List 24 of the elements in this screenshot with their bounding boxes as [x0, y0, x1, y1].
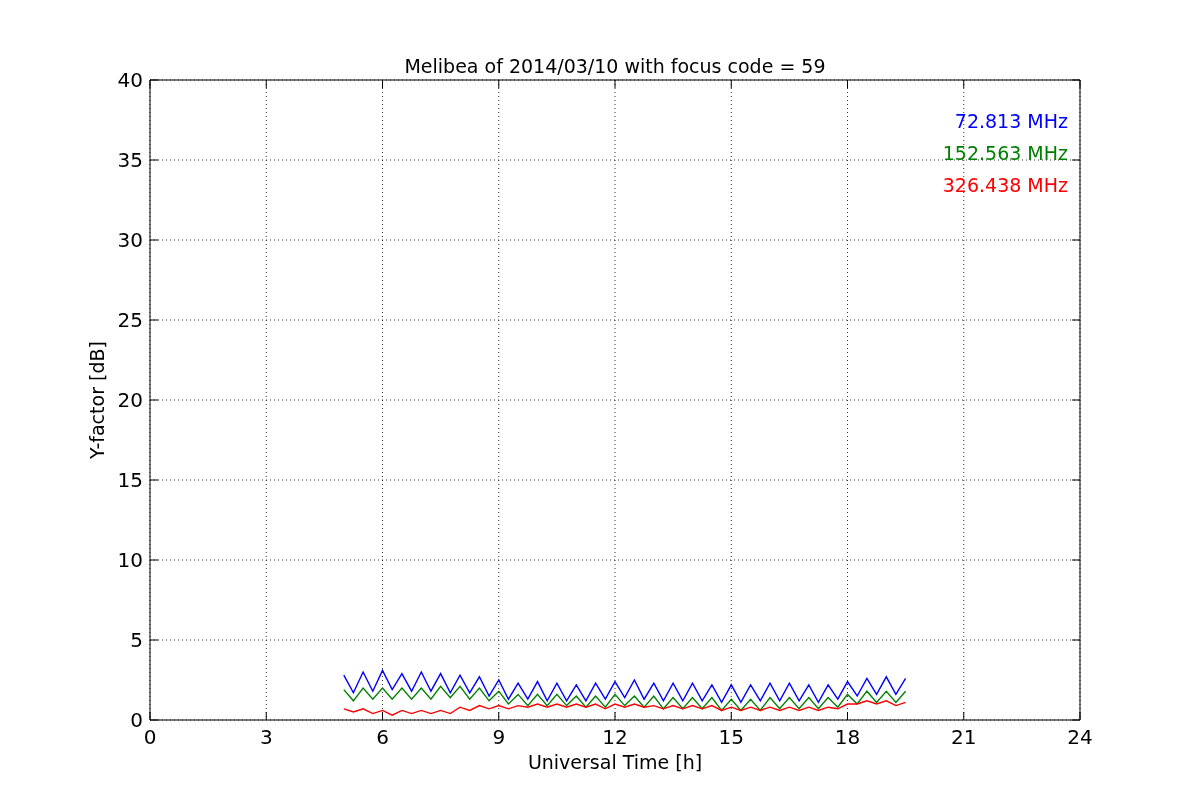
y-tick-label: 0 — [130, 708, 143, 732]
x-tick-label: 12 — [602, 725, 628, 749]
x-tick-label: 0 — [143, 725, 157, 749]
y-axis-label: Y-factor [dB] — [86, 341, 108, 459]
x-tick-label: 6 — [376, 725, 389, 749]
x-tick-label: 21 — [951, 725, 977, 749]
legend-label: 152.563 MHz — [942, 142, 1068, 164]
x-tick-label: 18 — [834, 725, 861, 749]
x-tick-label: 3 — [259, 725, 273, 749]
x-tick-label: 15 — [718, 725, 744, 749]
x-tick-label: 9 — [492, 725, 506, 749]
y-tick-label: 30 — [117, 228, 143, 252]
y-tick-label: 40 — [117, 68, 143, 92]
y-tick-label: 20 — [117, 388, 143, 412]
chart-title: Melibea of 2014/03/10 with focus code = 59 — [404, 55, 826, 77]
x-axis-label: Universal Time [h] — [527, 751, 703, 773]
x-tick-label: 24 — [1067, 725, 1093, 749]
legend-label: 72.813 MHz — [954, 110, 1068, 132]
y-tick-label: 10 — [117, 548, 143, 572]
y-tick-label: 15 — [117, 468, 143, 492]
y-tick-label: 5 — [130, 628, 143, 652]
legend-label: 326.438 MHz — [942, 174, 1068, 196]
y-tick-label: 25 — [117, 308, 143, 332]
y-tick-label: 35 — [117, 148, 143, 172]
